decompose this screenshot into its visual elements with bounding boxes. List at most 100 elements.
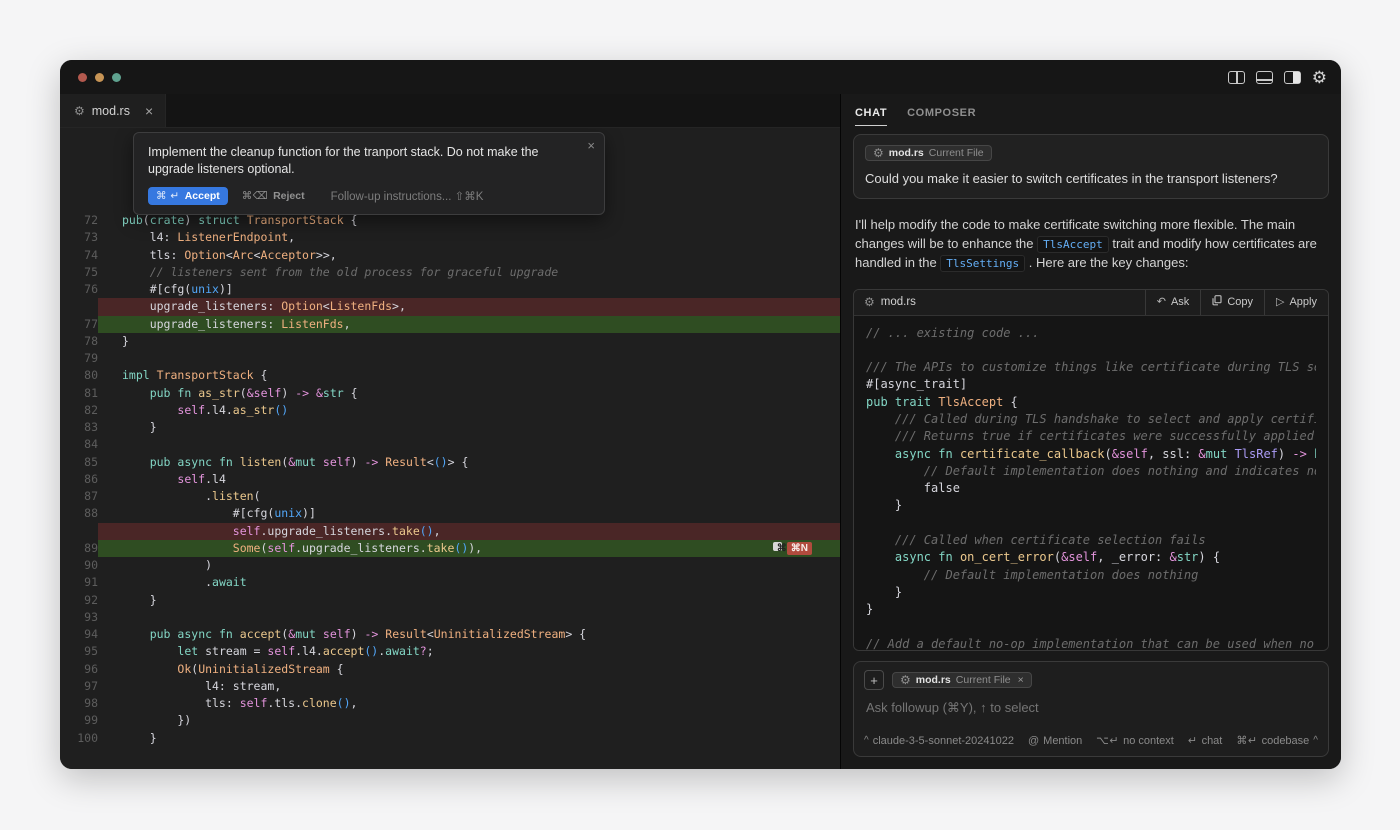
tab-composer[interactable]: COMPOSER <box>907 107 976 126</box>
chevron-up-icon: ^ <box>1313 735 1318 746</box>
inline-code-chip: TlsAccept <box>1037 235 1109 253</box>
code-line: 82 self.l4.as_str() <box>60 401 840 419</box>
line-number: 83 <box>60 419 98 437</box>
line-number: 95 <box>60 643 98 661</box>
rust-file-icon: ⚙ <box>74 103 85 118</box>
codebase-send-option[interactable]: ⌘↵ codebase ^ <box>1236 734 1318 748</box>
code-line: 95 let stream = self.l4.accept().await?; <box>60 643 840 661</box>
context-file-chip[interactable]: ⚙ mod.rs Current File <box>865 145 992 161</box>
code-line: /// The APIs to customize things like ce… <box>866 360 1316 375</box>
code-line: /// Called during TLS handshake to selec… <box>866 411 1316 426</box>
prompt-close-icon[interactable]: × <box>587 138 595 153</box>
line-number: 88 <box>60 505 98 523</box>
code-line: 91 .await <box>60 574 840 592</box>
prompt-text: Implement the cleanup function for the t… <box>148 145 539 176</box>
settings-gear-icon[interactable]: ⚙ <box>1312 69 1327 86</box>
code-line: 77 upgrade_listeners: ListenFds, <box>60 315 840 333</box>
line-number: 78 <box>60 332 98 350</box>
code-line: 89 Some(self.upgrade_listeners.take()), ⌘… <box>60 539 840 557</box>
ask-button[interactable]: ↶ Ask <box>1144 289 1201 315</box>
line-number: 82 <box>60 401 98 419</box>
line-number: 89 <box>60 539 98 557</box>
followup-input[interactable]: Follow-up instructions... ⇧⌘K <box>331 189 484 203</box>
tab-close-icon[interactable]: × <box>145 103 153 119</box>
input-context-chip[interactable]: ⚙ mod.rs Current File × <box>892 672 1032 688</box>
code-line: 88 #[cfg(unix)] <box>60 505 840 523</box>
code-line: 100 } <box>60 729 840 747</box>
line-number: 84 <box>60 436 98 454</box>
editor-code: 72 pub(crate) struct TransportStack {73 l… <box>60 128 840 747</box>
chat-send-option[interactable]: ↵ chat <box>1187 734 1223 748</box>
copy-icon <box>1212 295 1222 309</box>
apply-button[interactable]: ▷ Apply <box>1264 289 1328 315</box>
line-number: 72 <box>60 212 98 230</box>
chat-pane: CHAT COMPOSER ⚙ mod.rs Current File Coul… <box>841 94 1341 769</box>
code-line: false <box>866 481 960 496</box>
code-line: 98 tls: self.tls.clone(), <box>60 695 840 713</box>
line-number: 93 <box>60 608 98 626</box>
code-line: 93 <box>60 608 840 626</box>
line-number: 81 <box>60 384 98 402</box>
chat-input-box[interactable]: + ⚙ mod.rs Current File × Ask followup (… <box>853 661 1329 757</box>
tab-chat[interactable]: CHAT <box>855 107 888 126</box>
window-controls[interactable] <box>78 72 121 82</box>
code-line: // Default implementation does nothing a… <box>866 463 1316 478</box>
line-number <box>60 522 98 540</box>
line-number: 76 <box>60 281 98 299</box>
tab-bar: ⚙ mod.rs × <box>60 94 840 128</box>
accept-button[interactable]: ⌘ ↵ Accept <box>148 187 228 205</box>
chat-messages[interactable]: ⚙ mod.rs Current File Could you make it … <box>841 126 1341 651</box>
code-line: 75 // listeners sent from the old proces… <box>60 263 840 281</box>
line-number: 94 <box>60 626 98 644</box>
no-context-option[interactable]: ⌥↵ no context <box>1096 734 1174 748</box>
reject-shortcut: ⌘⌫ <box>241 190 269 202</box>
tab-mod-rs[interactable]: ⚙ mod.rs × <box>60 94 167 127</box>
split-editor-icon[interactable] <box>1227 70 1245 84</box>
line-number: 91 <box>60 574 98 592</box>
toggle-sidebar-icon[interactable] <box>1283 70 1301 84</box>
reject-button[interactable]: ⌘⌫ Reject <box>242 190 305 202</box>
accept-shortcut: ⌘ ↵ <box>156 190 180 202</box>
line-number: 98 <box>60 695 98 713</box>
user-message-card: ⚙ mod.rs Current File Could you make it … <box>853 134 1329 199</box>
minimize-traffic-light[interactable] <box>95 72 104 82</box>
code-editor[interactable]: × Implement the cleanup function for the… <box>60 128 840 769</box>
chat-input-field[interactable]: Ask followup (⌘Y), ↑ to select <box>866 700 1316 716</box>
line-number: 90 <box>60 557 98 575</box>
code-line: 83 } <box>60 419 840 437</box>
inline-code-chip: TlsSettings <box>940 255 1026 272</box>
code-line: 90 ) <box>60 557 840 575</box>
zoom-traffic-light[interactable] <box>112 72 121 82</box>
user-message-text: Could you make it easier to switch certi… <box>865 171 1278 186</box>
shortcut-keys: ↵ <box>1187 735 1198 747</box>
code-line: 79 <box>60 350 840 368</box>
close-traffic-light[interactable] <box>78 72 87 82</box>
line-number: 73 <box>60 229 98 247</box>
code-line: } <box>866 584 903 599</box>
assistant-reply-text: I'll help modify the code to make certif… <box>855 217 1317 272</box>
line-number: 77 <box>60 315 98 333</box>
diff-accept-badge[interactable]: ⌘Y <box>772 541 793 554</box>
line-number: 99 <box>60 712 98 730</box>
copy-button[interactable]: Copy <box>1200 289 1264 315</box>
chip-close-icon[interactable]: × <box>1018 674 1024 686</box>
rust-file-icon: ⚙ <box>900 673 911 687</box>
ask-arrow-icon: ↶ <box>1156 295 1166 308</box>
code-line: } <box>866 602 874 617</box>
add-context-button[interactable]: + <box>864 670 884 690</box>
code-line: 73 l4: ListenerEndpoint, <box>60 229 840 247</box>
diff-reject-badge[interactable]: ⌘N <box>786 541 812 555</box>
line-number: 80 <box>60 367 98 385</box>
line-number: 79 <box>60 350 98 368</box>
code-block-header: ⚙ mod.rs ↶ Ask Copy ▷ Apply <box>854 289 1328 316</box>
code-line: 86 self.l4 <box>60 470 840 488</box>
mention-button[interactable]: @ Mention <box>1028 735 1082 747</box>
toggle-panel-icon[interactable] <box>1255 70 1273 84</box>
line-number: 96 <box>60 660 98 678</box>
model-selector[interactable]: ^ claude-3-5-sonnet-20241022 <box>864 735 1014 747</box>
code-line: 99 }) <box>60 712 840 730</box>
reply-code-block: ⚙ mod.rs ↶ Ask Copy ▷ Apply // ... exist… <box>853 288 1329 651</box>
shortcut-keys: ⌥↵ <box>1096 735 1120 747</box>
